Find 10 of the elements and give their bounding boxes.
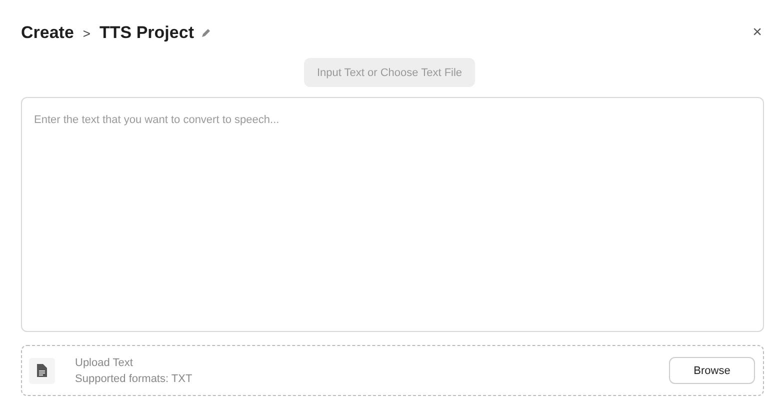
text-input-field[interactable]: Enter the text that you want to convert to speech... — [21, 97, 764, 332]
supported-formats: Supported formats: TXT — [75, 372, 192, 384]
upload-title: Upload Text — [75, 356, 133, 368]
close-button[interactable]: × — [752, 24, 762, 42]
document-icon — [29, 358, 55, 384]
browse-button[interactable]: Browse — [669, 357, 755, 384]
breadcrumb-link[interactable]: Create — [21, 23, 74, 43]
pencil-icon[interactable] — [200, 28, 211, 38]
project-title: TTS Project — [100, 23, 194, 43]
breadcrumb-separator: > — [82, 26, 91, 40]
